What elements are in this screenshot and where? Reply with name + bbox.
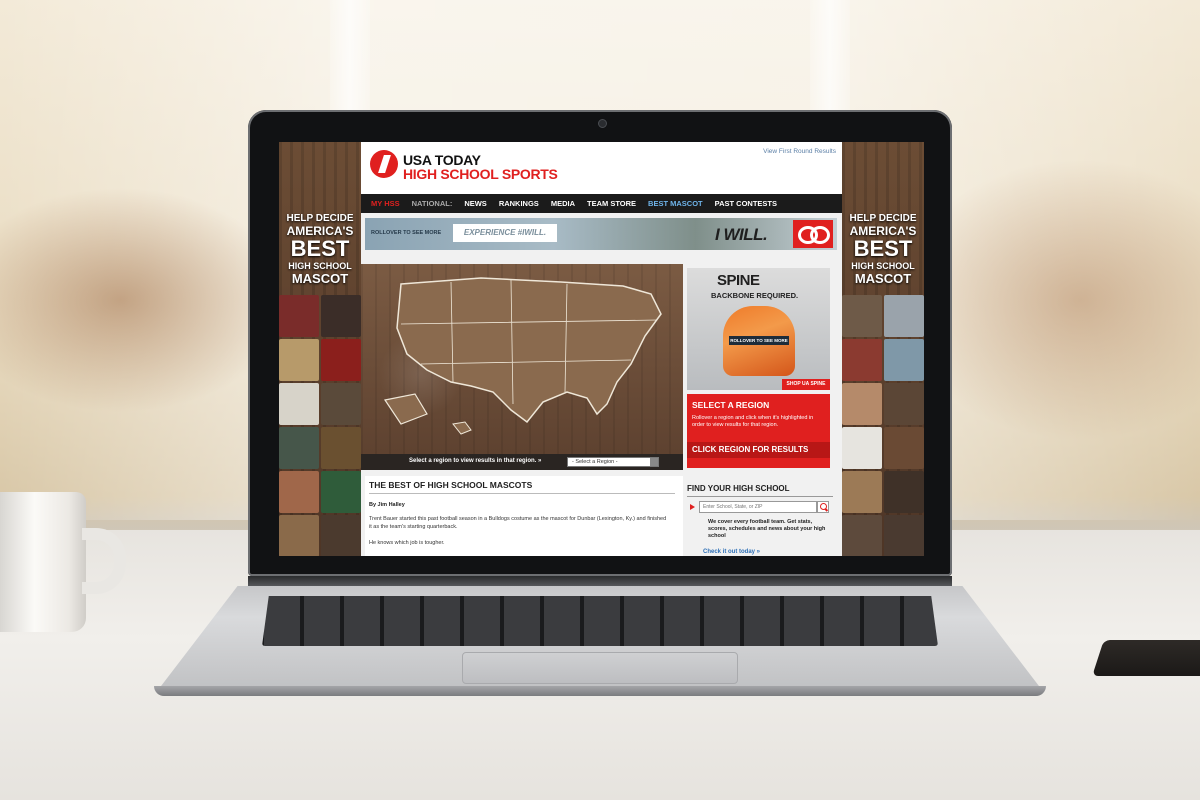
mascot-photo[interactable] [884, 339, 924, 381]
nav-item-my-hss[interactable]: MY HSS [371, 199, 400, 208]
mascot-photo[interactable] [884, 383, 924, 425]
first-round-results-link[interactable]: View First Round Results [763, 148, 836, 155]
rail-line: HELP DECIDE [849, 213, 917, 224]
alaska-shape[interactable] [384, 393, 428, 425]
notebook [1092, 640, 1200, 676]
click-region-button[interactable]: CLICK REGION FOR RESULTS [687, 442, 830, 458]
article-paragraph: He knows which job is tougher. [369, 540, 445, 546]
rail-line: BEST [290, 236, 350, 262]
rail-title: HELP DECIDE AMERICA'S BEST HIGH SCHOOL M… [842, 213, 924, 286]
mascot-photo[interactable] [842, 339, 882, 381]
nav-item-rankings[interactable]: RANKINGS [499, 199, 539, 208]
nav-item-team-store[interactable]: TEAM STORE [587, 199, 636, 208]
mascot-photo[interactable] [842, 515, 882, 556]
find-school-title: FIND YOUR HIGH SCHOOL [687, 484, 790, 493]
nav-item-past-contests[interactable]: PAST CONTESTS [715, 199, 777, 208]
mascot-photo[interactable] [321, 471, 361, 513]
region-prompt: Select a region to view results in that … [409, 458, 542, 464]
mascot-photo-grid [842, 295, 924, 556]
mascot-photo[interactable] [884, 295, 924, 337]
mascot-photo[interactable] [279, 471, 319, 513]
hawaii-shape[interactable] [452, 421, 472, 435]
arrow-right-icon [690, 504, 695, 510]
rail-line: MASCOT [291, 270, 349, 286]
mascot-photo[interactable] [884, 515, 924, 556]
mascot-photo[interactable] [279, 339, 319, 381]
rail-line: BEST [853, 236, 913, 262]
banner-experience-box: EXPERIENCE #IWILL. [453, 224, 557, 242]
nav-item-national: NATIONAL: [411, 199, 453, 208]
article-byline: By Jim Halley [369, 502, 405, 508]
select-region-title: SELECT A REGION [692, 400, 770, 410]
check-it-out-link[interactable]: Check it out today » [703, 549, 760, 555]
under-armour-banner-ad[interactable]: ROLLOVER TO SEE MORE EXPERIENCE #IWILL. … [365, 218, 837, 250]
laptop-keyboard [262, 596, 938, 646]
mascot-photo[interactable] [842, 383, 882, 425]
school-search-input[interactable] [699, 501, 817, 513]
right-mascot-rail: HELP DECIDE AMERICA'S BEST HIGH SCHOOL M… [842, 142, 924, 556]
us-mascot-map[interactable] [361, 264, 683, 454]
under-armour-logo-icon [793, 220, 833, 248]
article: THE BEST OF HIGH SCHOOL MASCOTS By Jim H… [365, 476, 683, 556]
rail-line: MASCOT [854, 270, 912, 286]
mascot-photo[interactable] [279, 427, 319, 469]
nav-item-news[interactable]: NEWS [464, 199, 487, 208]
spine-rollover: ROLLOVER TO SEE MORE [729, 336, 789, 345]
banner-rollover-text: ROLLOVER TO SEE MORE [371, 230, 442, 236]
nav-item-best-mascot[interactable]: BEST MASCOT [648, 199, 703, 208]
mascot-photo[interactable] [321, 295, 361, 337]
select-region-description: Rollover a region and click when it's hi… [692, 415, 814, 429]
us-map-outline[interactable] [396, 277, 662, 424]
find-school-description: We cover every football team. Get stats,… [708, 519, 826, 540]
ua-spine-ad[interactable]: SPINE BACKBONE REQUIRED. ROLLOVER TO SEE… [687, 268, 830, 390]
spine-logo: SPINE [717, 272, 760, 289]
laptop-base-edge [154, 686, 1046, 696]
left-mascot-rail: HELP DECIDE AMERICA'S BEST HIGH SCHOOL M… [279, 142, 361, 556]
mascot-photo[interactable] [842, 471, 882, 513]
main-nav: MY HSS NATIONAL: NEWS RANKINGS MEDIA TEA… [361, 194, 842, 213]
mascot-photo[interactable] [842, 427, 882, 469]
banner-headline: I WILL. [715, 225, 768, 244]
select-region-panel: SELECT A REGION Rollover a region and cl… [687, 394, 830, 468]
article-paragraph: Trent Bauer started this past football s… [369, 516, 667, 530]
mascot-photo[interactable] [842, 295, 882, 337]
laptop-trackpad [462, 652, 738, 684]
mascot-photo[interactable] [321, 515, 361, 556]
us-map-icon[interactable] [361, 264, 683, 454]
spine-tagline: BACKBONE REQUIRED. [711, 291, 799, 300]
webcam-icon [598, 119, 607, 128]
mascot-photo[interactable] [884, 471, 924, 513]
mascot-photo[interactable] [279, 515, 319, 556]
laptop-screen: HELP DECIDE AMERICA'S BEST HIGH SCHOOL M… [279, 142, 924, 556]
divider [369, 493, 675, 494]
region-select-bar: Select a region to view results in that … [361, 454, 683, 470]
rail-title: HELP DECIDE AMERICA'S BEST HIGH SCHOOL M… [279, 213, 361, 286]
web-page: USA TODAY HIGH SCHOOL SPORTS View First … [361, 142, 842, 556]
site-header: USA TODAY HIGH SCHOOL SPORTS View First … [361, 142, 842, 194]
coffee-mug [0, 492, 86, 632]
article-title: THE BEST OF HIGH SCHOOL MASCOTS [369, 480, 533, 490]
rail-line: HELP DECIDE [286, 213, 354, 224]
shop-ua-spine-button[interactable]: SHOP UA SPINE [782, 379, 830, 390]
mascot-photo[interactable] [279, 295, 319, 337]
nav-item-media[interactable]: MEDIA [551, 199, 575, 208]
mascot-photo[interactable] [321, 383, 361, 425]
mascot-photo-grid [279, 295, 361, 556]
divider [687, 496, 833, 497]
mascot-photo[interactable] [279, 383, 319, 425]
region-dropdown[interactable]: - Select a Region - [567, 457, 659, 467]
mascot-photo[interactable] [884, 427, 924, 469]
find-school-panel: FIND YOUR HIGH SCHOOL We cover every foo… [687, 476, 837, 556]
usa-today-logo-icon[interactable] [370, 150, 398, 178]
search-icon[interactable] [817, 501, 829, 513]
mascot-photo[interactable] [321, 339, 361, 381]
logo-text[interactable]: HIGH SCHOOL SPORTS [403, 166, 558, 182]
mascot-photo[interactable] [321, 427, 361, 469]
